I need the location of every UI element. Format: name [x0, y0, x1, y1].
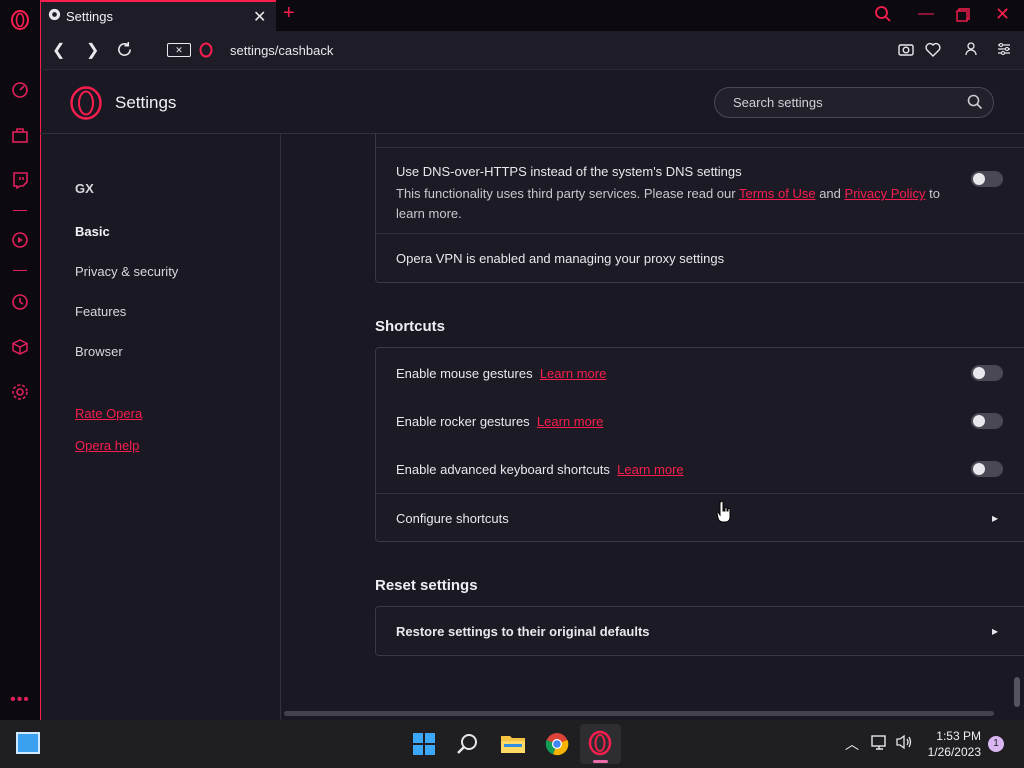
opera-help-link[interactable]: Opera help — [75, 438, 139, 453]
easy-setup-icon[interactable] — [997, 42, 1013, 58]
chevron-right-icon: ▸ — [992, 511, 999, 525]
nav-item-gx[interactable]: GX — [75, 181, 94, 196]
dns-over-https-toggle[interactable] — [971, 171, 1003, 187]
sidebar-separator — [13, 270, 27, 271]
clock-date[interactable]: 1/26/2023 — [920, 745, 981, 759]
player-icon[interactable] — [8, 228, 32, 252]
windows-start-icon[interactable] — [412, 732, 436, 756]
nav-item-basic[interactable]: Basic — [75, 224, 110, 239]
rocker-gestures-learn-more[interactable]: Learn more — [537, 414, 603, 429]
back-icon[interactable]: ❮ — [52, 40, 65, 60]
windows-taskbar: ︿ 1:53 PM 1/26/2023 1 — [0, 720, 1024, 768]
clock-time[interactable]: 1:53 PM — [925, 729, 981, 743]
network-card: Use DNS-over-HTTPS instead of the system… — [375, 134, 1024, 283]
terms-of-use-link[interactable]: Terms of Use — [739, 186, 816, 201]
show-hidden-icons-icon[interactable]: ︿ — [845, 734, 859, 754]
extensions-cube-icon[interactable] — [8, 335, 32, 359]
url-text[interactable]: settings/cashback — [230, 43, 333, 58]
tab-gear-icon — [47, 7, 63, 23]
divider — [376, 147, 1024, 148]
reset-settings-heading: Reset settings — [375, 577, 478, 594]
settings-header: Settings Search settings — [40, 70, 1024, 134]
reload-icon[interactable] — [116, 41, 134, 59]
file-explorer-icon[interactable] — [500, 732, 526, 756]
keyboard-shortcuts-toggle[interactable] — [971, 461, 1003, 477]
nav-item-privacy-security[interactable]: Privacy & security — [75, 264, 178, 279]
horizontal-scrollbar-thumb[interactable] — [284, 711, 994, 716]
active-app-indicator — [593, 760, 608, 763]
keyboard-shortcuts-label: Enable advanced keyboard shortcuts — [396, 462, 610, 477]
search-icon — [967, 94, 985, 112]
network-icon[interactable] — [871, 734, 891, 752]
forward-icon[interactable]: ❯ — [86, 40, 99, 60]
settings-nav: GX Basic Privacy & security Features Bro… — [40, 134, 281, 720]
tab-settings[interactable]: Settings ✕ — [40, 0, 276, 31]
tab-close-icon[interactable]: ✕ — [253, 7, 266, 27]
vpn-proxy-status: Opera VPN is enabled and managing your p… — [396, 251, 725, 266]
more-dots-icon[interactable]: ••• — [8, 688, 32, 712]
dns-desc-learn: learn more. — [396, 206, 462, 221]
divider — [376, 233, 1024, 234]
search-tabs-icon[interactable] — [874, 5, 894, 25]
keyboard-shortcuts-row: Enable advanced keyboard shortcuts Learn… — [396, 462, 684, 477]
notification-badge[interactable]: 1 — [988, 736, 1004, 752]
opera-url-icon — [199, 42, 215, 58]
snapshot-icon[interactable] — [898, 42, 916, 58]
settings-gear-icon[interactable] — [8, 380, 32, 404]
rate-opera-link[interactable]: Rate Opera — [75, 406, 142, 421]
nav-item-browser[interactable]: Browser — [75, 344, 123, 359]
mouse-gestures-toggle[interactable] — [971, 365, 1003, 381]
keyboard-shortcuts-learn-more[interactable]: Learn more — [617, 462, 683, 477]
dns-over-https-label: Use DNS-over-HTTPS instead of the system… — [396, 164, 742, 179]
page-title: Settings — [115, 93, 177, 112]
page-info-icon[interactable]: ✕ — [167, 43, 191, 57]
chevron-right-icon: ▸ — [992, 624, 999, 638]
dns-description: This functionality uses third party serv… — [396, 184, 956, 224]
gx-control-icon[interactable] — [8, 78, 32, 102]
dns-desc-and: and — [819, 186, 841, 201]
minimize-icon[interactable]: — — [918, 5, 934, 23]
hand-cursor-icon — [716, 500, 732, 524]
reset-card[interactable]: Restore settings to their original defau… — [375, 606, 1024, 656]
new-tab-icon[interactable]: + — [283, 2, 295, 25]
volume-icon[interactable] — [895, 734, 915, 752]
gx-corner-icon[interactable] — [8, 123, 32, 147]
privacy-policy-link[interactable]: Privacy Policy — [845, 186, 926, 201]
opera-sidebar: ••• — [0, 0, 40, 720]
taskbar-search-icon[interactable] — [456, 732, 480, 756]
search-settings-field[interactable]: Search settings — [714, 87, 994, 118]
sidebar-separator — [13, 210, 27, 211]
mouse-gestures-learn-more[interactable]: Learn more — [540, 366, 606, 381]
rocker-gestures-row: Enable rocker gestures Learn more — [396, 414, 603, 429]
opera-settings-logo-icon — [70, 86, 102, 120]
dns-desc-to: to — [929, 186, 940, 201]
vertical-scrollbar-thumb[interactable] — [1014, 677, 1020, 707]
shortcuts-card: Enable mouse gestures Learn more Enable … — [375, 347, 1024, 542]
twitch-icon[interactable] — [8, 168, 32, 192]
shortcuts-heading: Shortcuts — [375, 318, 446, 335]
rocker-gestures-label: Enable rocker gestures — [396, 414, 530, 429]
mouse-gestures-row: Enable mouse gestures Learn more — [396, 366, 606, 381]
history-icon[interactable] — [8, 290, 32, 314]
mouse-gestures-label: Enable mouse gestures — [396, 366, 533, 381]
restore-defaults-label: Restore settings to their original defau… — [396, 624, 650, 639]
configure-shortcuts-label: Configure shortcuts — [396, 511, 509, 526]
search-settings-placeholder: Search settings — [733, 95, 823, 110]
nav-item-features[interactable]: Features — [75, 304, 126, 319]
chrome-icon[interactable] — [545, 732, 569, 756]
opera-gx-taskbar-button[interactable] — [580, 724, 621, 764]
configure-shortcuts-row[interactable]: Configure shortcuts ▸ — [376, 494, 1016, 542]
tab-title: Settings — [66, 9, 113, 24]
rocker-gestures-toggle[interactable] — [971, 413, 1003, 429]
bookmarks-heart-icon[interactable] — [925, 42, 943, 58]
restore-icon[interactable] — [956, 8, 970, 22]
widgets-icon[interactable] — [16, 732, 40, 754]
close-window-icon[interactable]: ✕ — [995, 4, 1010, 25]
dns-desc-text: This functionality uses third party serv… — [396, 186, 736, 201]
opera-logo-icon[interactable] — [8, 8, 32, 32]
profile-icon[interactable] — [965, 42, 979, 58]
